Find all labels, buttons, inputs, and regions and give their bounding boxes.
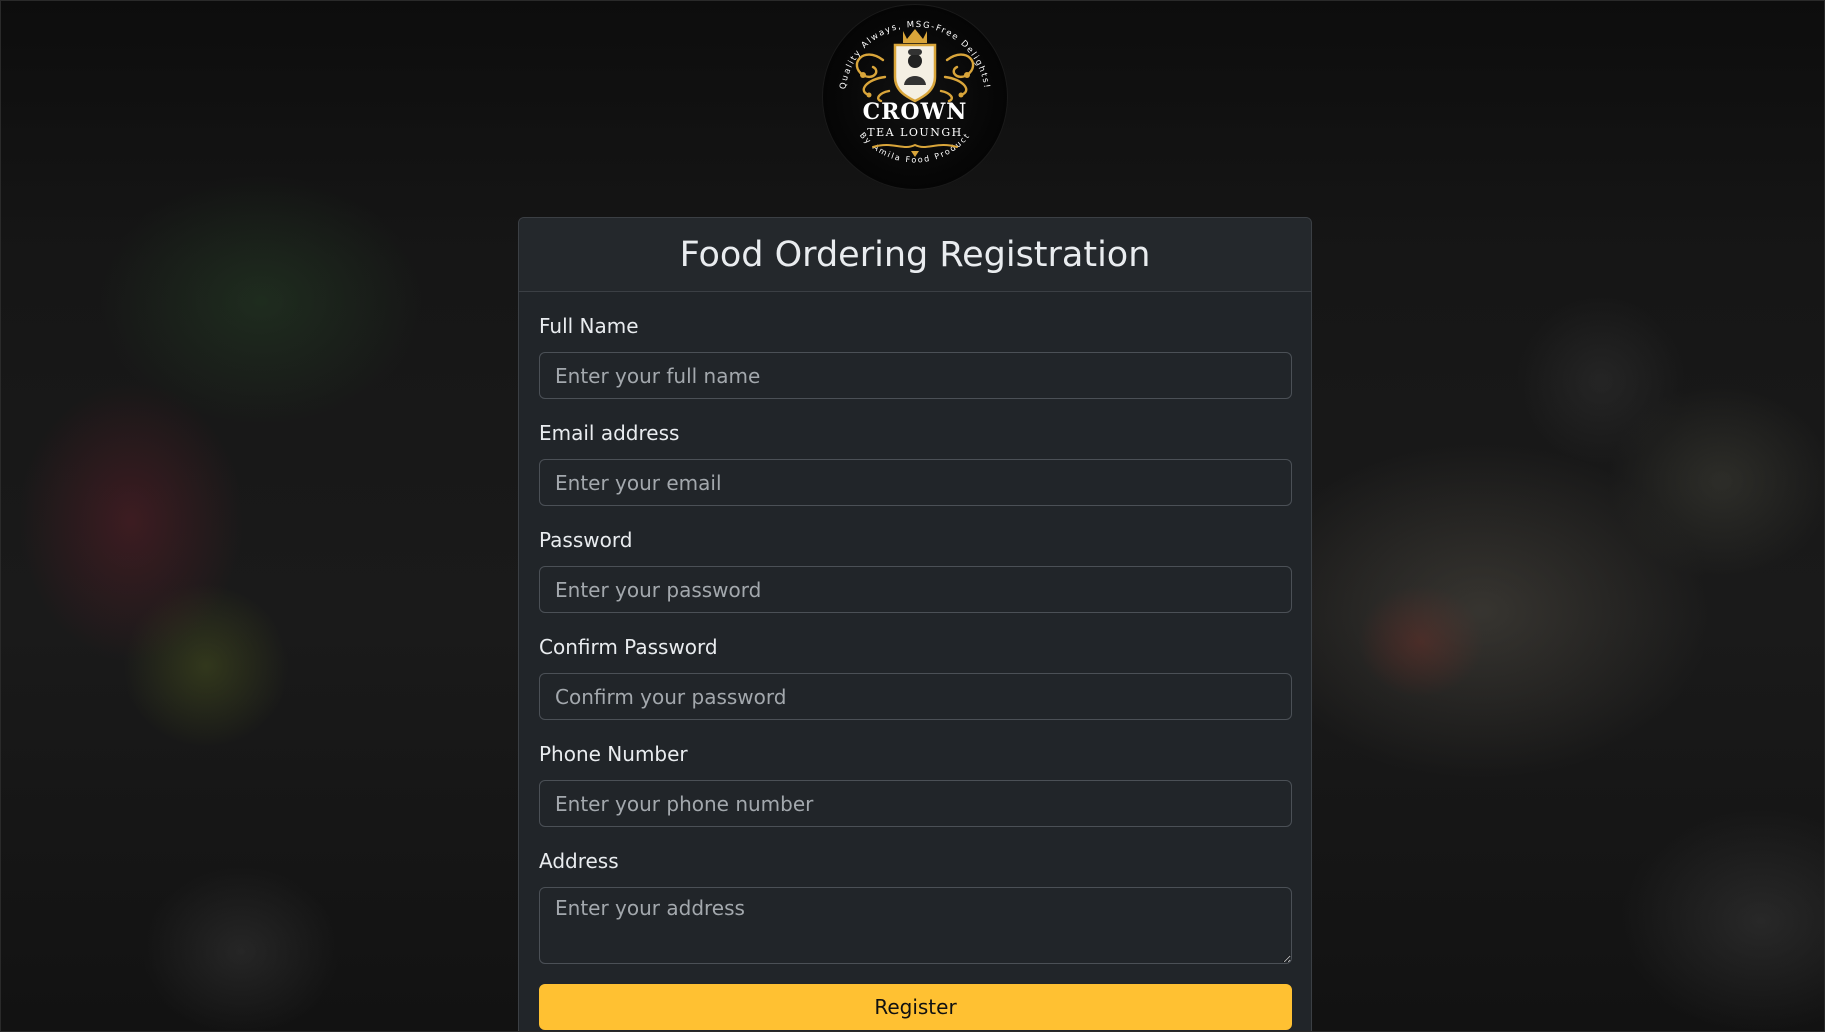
full-name-group: Full Name bbox=[539, 311, 1292, 399]
form-title: Food Ordering Registration bbox=[679, 234, 1151, 275]
full-name-label: Full Name bbox=[539, 314, 639, 338]
full-name-input[interactable] bbox=[539, 352, 1292, 399]
address-textarea[interactable] bbox=[539, 887, 1292, 964]
phone-group: Phone Number bbox=[539, 739, 1292, 827]
email-input[interactable] bbox=[539, 459, 1292, 506]
confirm-password-input[interactable] bbox=[539, 673, 1292, 720]
logo-emblem-icon: Quality Always, MSG-Free Delights! By Am… bbox=[838, 20, 990, 165]
password-label: Password bbox=[539, 528, 633, 552]
confirm-password-group: Confirm Password bbox=[539, 632, 1292, 720]
phone-label: Phone Number bbox=[539, 742, 688, 766]
page-background: Quality Always, MSG-Free Delights! By Am… bbox=[0, 0, 1825, 1032]
registration-form: Food Ordering Registration Full Name Ema… bbox=[518, 217, 1312, 1031]
crown-tea-lounge-logo: Quality Always, MSG-Free Delights! By Am… bbox=[823, 5, 1007, 189]
address-label: Address bbox=[539, 849, 619, 873]
confirm-password-label: Confirm Password bbox=[539, 635, 718, 659]
address-group: Address bbox=[539, 846, 1292, 964]
logo-title: CROWN bbox=[862, 99, 968, 125]
password-input[interactable] bbox=[539, 566, 1292, 613]
email-label: Email address bbox=[539, 421, 680, 445]
phone-input[interactable] bbox=[539, 780, 1292, 827]
card-header: Food Ordering Registration bbox=[519, 218, 1311, 292]
register-button[interactable]: Register bbox=[539, 984, 1292, 1030]
logo-subtitle: TEA LOUNGH bbox=[867, 126, 963, 139]
password-group: Password bbox=[539, 525, 1292, 613]
email-group: Email address bbox=[539, 418, 1292, 506]
